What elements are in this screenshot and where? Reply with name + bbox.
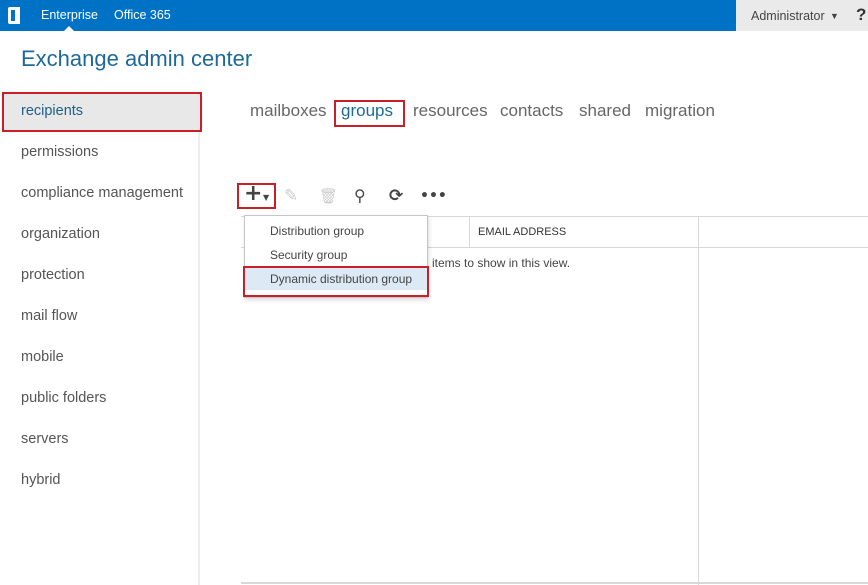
details-pane-divider (698, 216, 699, 585)
tab-mailboxes[interactable]: mailboxes (250, 101, 327, 121)
user-name[interactable]: Administrator (751, 9, 825, 23)
sidebar (0, 92, 200, 585)
sidebar-item-compliance-management[interactable]: compliance management (21, 185, 183, 201)
empty-message: items to show in this view. (432, 256, 571, 270)
tab-migration[interactable]: migration (645, 101, 715, 121)
office-logo-icon[interactable] (8, 7, 20, 24)
chevron-down-icon[interactable]: ▼ (830, 11, 839, 21)
sidebar-item-organization[interactable]: organization (21, 226, 100, 242)
column-header-email-address[interactable]: EMAIL ADDRESS (478, 226, 566, 238)
column-divider (469, 216, 470, 247)
refresh-icon[interactable]: ⟳ (389, 186, 403, 206)
sidebar-item-public-folders[interactable]: public folders (21, 390, 106, 406)
edit-icon[interactable]: ✎ (284, 186, 298, 206)
active-indicator (64, 26, 74, 31)
page-title: Exchange admin center (21, 46, 253, 71)
user-menu[interactable]: Administrator ▼ ? (736, 0, 868, 31)
sidebar-item-mail-flow[interactable]: mail flow (21, 308, 77, 324)
search-icon[interactable]: ⚲ (354, 186, 366, 205)
more-icon[interactable]: ••• (420, 188, 447, 204)
enterprise-link[interactable]: Enterprise (41, 8, 98, 22)
groups-highlight-box (334, 100, 405, 127)
delete-icon[interactable]: 🗑 (319, 187, 338, 205)
sidebar-item-servers[interactable]: servers (21, 431, 69, 447)
tab-shared[interactable]: shared (579, 101, 631, 121)
sidebar-item-protection[interactable]: protection (21, 267, 85, 283)
dynamic-group-highlight-box (243, 266, 429, 297)
sidebar-item-permissions[interactable]: permissions (21, 144, 98, 160)
top-bar: Enterprise Office 365 Administrator ▼ ? (0, 0, 868, 31)
menu-item-distribution-group[interactable]: Distribution group (270, 224, 364, 238)
help-icon[interactable]: ? (856, 5, 866, 25)
menu-item-security-group[interactable]: Security group (270, 248, 347, 262)
office365-link[interactable]: Office 365 (114, 8, 171, 22)
sidebar-item-mobile[interactable]: mobile (21, 349, 64, 365)
add-highlight-box (237, 183, 276, 209)
table-bottom (241, 582, 868, 584)
sidebar-item-recipients[interactable]: recipients (21, 103, 83, 119)
sidebar-item-hybrid[interactable]: hybrid (21, 472, 61, 488)
tab-resources[interactable]: resources (413, 101, 488, 121)
tab-contacts[interactable]: contacts (500, 101, 563, 121)
